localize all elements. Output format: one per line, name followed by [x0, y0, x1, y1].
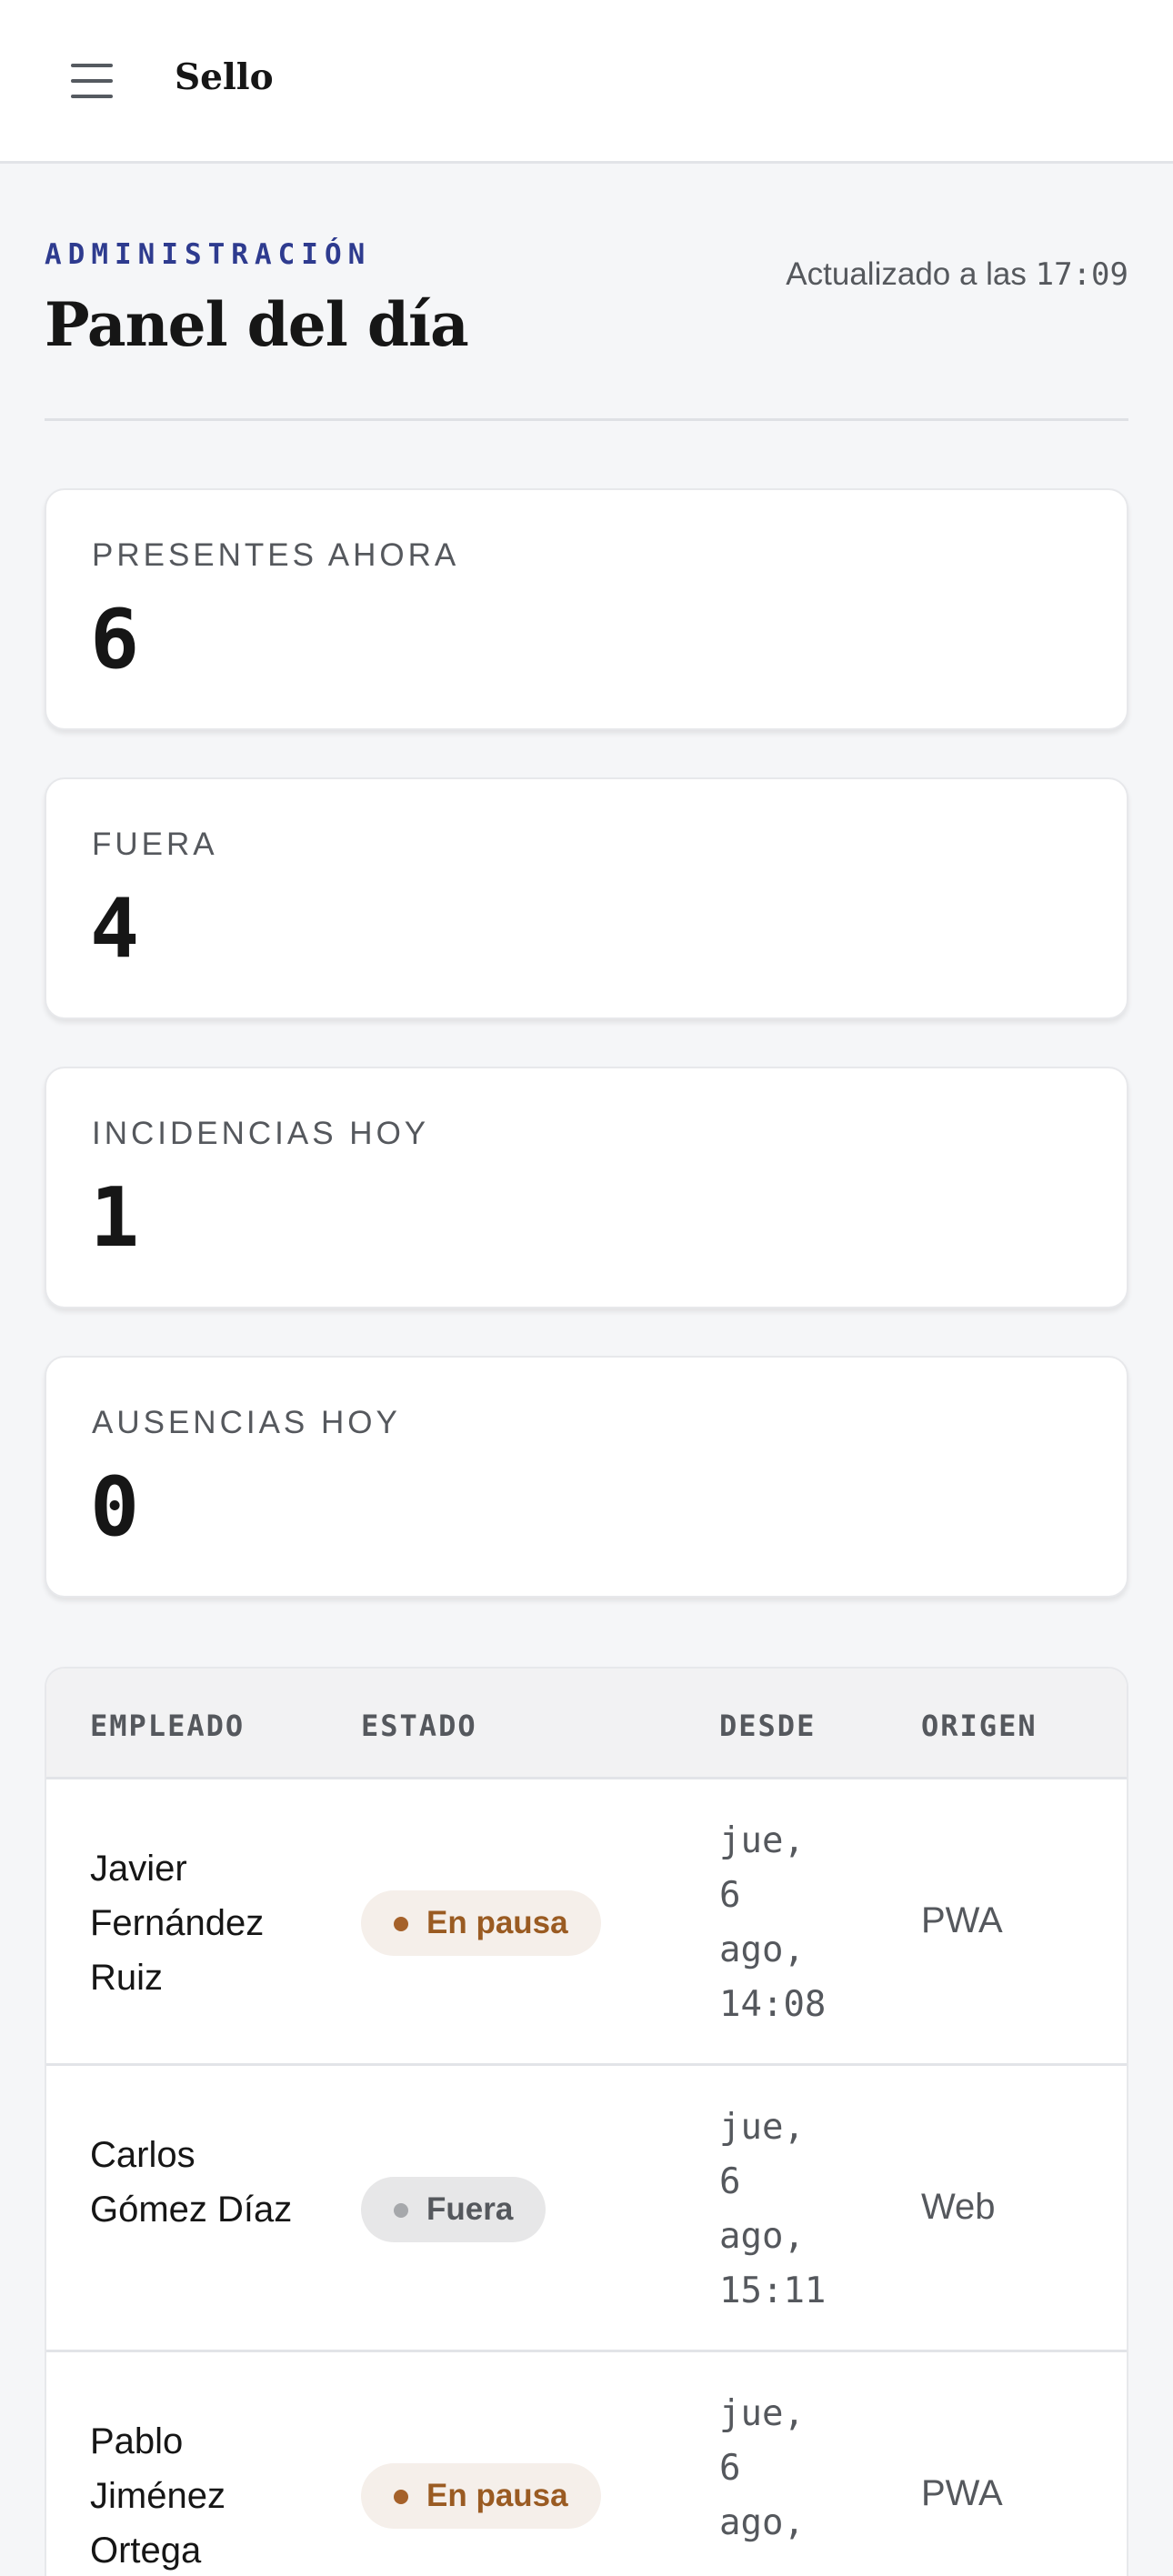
table-row[interactable]: Javier Fernández Ruiz En pausa jue, 6 ag… [46, 1779, 1127, 2066]
page-title: Panel del día [45, 289, 469, 360]
column-header-origin[interactable]: ORIGEN [921, 1709, 1038, 1743]
last-updated-time: 17:09 [1035, 256, 1128, 293]
status-badge: Fuera [361, 2177, 546, 2242]
since-time: jue, 6 ago, 14:08 [719, 1820, 827, 2025]
column-header-employee[interactable]: EMPLEADO [90, 1709, 245, 1743]
table-row[interactable]: Pablo Jiménez Ortega En pausa jue, 6 ago… [46, 2352, 1127, 2576]
origin: PWA [921, 1900, 1003, 1940]
stat-card-incidents: INCIDENCIAS HOY 1 [45, 1067, 1128, 1308]
status-dot-icon [394, 2490, 408, 2504]
since-time: jue, 6 ago, [719, 2393, 805, 2543]
last-updated-label: Actualizado a las [786, 256, 1027, 292]
employee-name: Pablo Jiménez Ortega [90, 2421, 226, 2571]
origin: PWA [921, 2473, 1003, 2513]
stat-label: INCIDENCIAS HOY [92, 1116, 430, 1151]
stat-card-absences: AUSENCIAS HOY 0 [45, 1356, 1128, 1598]
status-dot-icon [394, 2203, 408, 2218]
table-header: EMPLEADO ESTADO DESDE ORIGEN [46, 1669, 1127, 1779]
header-divider [45, 418, 1128, 421]
hamburger-menu-icon[interactable] [56, 55, 129, 109]
stat-label: FUERA [92, 827, 218, 862]
employee-name: Carlos Gómez Díaz [90, 2135, 293, 2230]
table-row[interactable]: Carlos Gómez Díaz Fuera jue, 6 ago, 15:1… [46, 2066, 1127, 2352]
employee-name: Javier Fernández Ruiz [90, 1849, 265, 1998]
stat-card-present: PRESENTES AHORA 6 [45, 488, 1128, 730]
stat-value: 6 [90, 592, 140, 687]
employees-table: EMPLEADO ESTADO DESDE ORIGEN Javier Fern… [45, 1667, 1128, 2576]
stat-value: 0 [90, 1459, 140, 1555]
column-header-since[interactable]: DESDE [719, 1709, 816, 1743]
status-dot-icon [394, 1917, 408, 1931]
top-app-bar: Sello [0, 0, 1173, 164]
status-label: Fuera [426, 2191, 514, 2227]
status-badge: En pausa [361, 2463, 601, 2529]
since-time: jue, 6 ago, 15:11 [719, 2107, 827, 2311]
stat-label: PRESENTES AHORA [92, 537, 460, 573]
status-label: En pausa [426, 2478, 568, 2513]
app-brand[interactable]: Sello [175, 56, 274, 98]
stat-value: 1 [90, 1170, 140, 1266]
stat-card-out: FUERA 4 [45, 777, 1128, 1019]
stat-label: AUSENCIAS HOY [92, 1405, 401, 1440]
column-header-status[interactable]: ESTADO [361, 1709, 477, 1743]
origin: Web [921, 2187, 996, 2227]
status-label: En pausa [426, 1905, 568, 1940]
status-badge: En pausa [361, 1890, 601, 1956]
last-updated: Actualizado a las 17:09 [786, 256, 1128, 293]
stat-value: 4 [90, 881, 140, 977]
section-eyebrow: ADMINISTRACIÓN [45, 238, 372, 271]
